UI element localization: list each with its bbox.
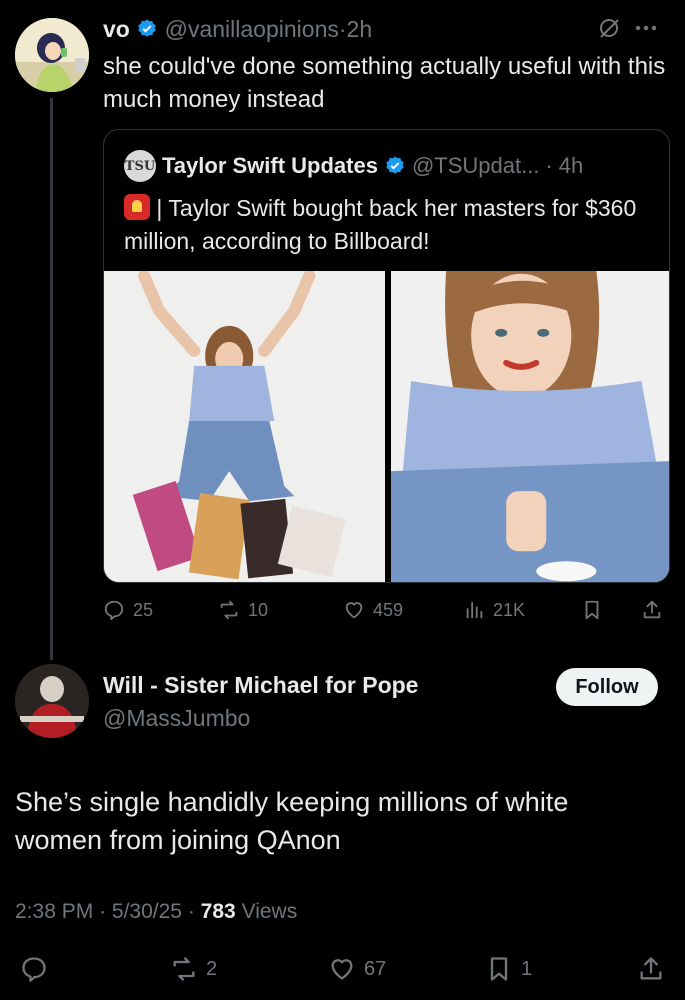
tweet2-author-name[interactable]: Will - Sister Michael for Pope [103,672,418,699]
quote-timestamp[interactable]: 4h [559,153,583,179]
avatar-vo[interactable] [15,18,89,92]
views-chart-icon [466,601,483,619]
repost-button[interactable]: 2 [170,955,217,983]
tweet2-metadata: 2:38 PM · 5/30/25 · 783 Views [15,900,297,924]
reply-count: 25 [133,599,154,620]
tweet2-views-count: 783 [200,900,236,923]
tweet1-text: she could've done something actually use… [103,53,666,113]
share-icon [640,957,662,980]
verified-badge-icon [386,156,404,174]
bookmark-icon [585,600,599,620]
tweet1-handle[interactable]: @vanillaopinions [165,16,339,42]
tweet1-action-bar: 25 10 459 21K [103,596,670,624]
media-photo-1[interactable] [104,271,385,582]
bookmark-button[interactable] [581,599,603,621]
tweet2-views-label: Views [241,900,298,923]
tweet1-top-actions [597,16,657,40]
tweet2-handle[interactable]: @MassJumbo [103,705,250,732]
heart-icon [345,602,363,619]
verified-badge-icon [138,19,156,37]
like-button[interactable]: 67 [328,955,386,983]
bookmark-button[interactable]: 1 [485,955,532,983]
share-icon [643,600,661,619]
thread-connector [50,98,53,660]
tweet2-action-bar: 2 67 1 [15,953,670,985]
quoted-tweet-text-block: | Taylor Swift bought back her masters f… [124,192,654,258]
share-button[interactable] [641,599,663,621]
tweet2-date[interactable]: 5/30/25 [112,900,182,923]
siren-emoji-icon [124,194,150,220]
quote-avatar-logo[interactable]: TSU [124,150,156,182]
photo-woman-sitting-closeup [390,271,669,582]
avatar-illustration [15,18,89,92]
reply-button[interactable]: 25 [103,599,153,621]
views-count: 21K [493,599,526,620]
quoted-tweet-card[interactable]: TSU Taylor Swift Updates @TSUpdat... · 4h … [103,129,670,583]
tweet1-header: vo @vanillaopinions·2h [103,16,372,43]
share-button[interactable] [637,955,665,983]
reply-icon [104,600,124,621]
quoted-tweet-header: TSU Taylor Swift Updates @TSUpdat... · 4h [124,150,583,182]
reply-button[interactable] [20,955,48,983]
grok-icon[interactable] [597,16,621,40]
quote-handle[interactable]: @TSUpdat... [412,153,540,179]
tweet2-text: She’s single handidly keeping millions o… [15,787,569,855]
media-photo-2[interactable] [390,271,669,582]
repost-icon [173,957,195,981]
like-count: 67 [364,957,387,980]
like-count: 459 [373,599,404,620]
follow-button[interactable]: Follow [556,668,658,706]
bookmark-icon [490,957,508,981]
repost-count: 2 [206,957,218,980]
photo-woman-arms-raised [104,271,385,582]
repost-icon [220,600,238,620]
bookmark-count: 1 [521,957,533,980]
reply-icon [22,957,46,982]
separator-dot: · [187,900,195,923]
views-button[interactable]: 21K [463,599,525,621]
avatar-will[interactable] [15,664,89,738]
repost-count: 10 [248,599,269,620]
tweet2-time[interactable]: 2:38 PM [15,900,93,923]
tweet1-author-name[interactable]: vo [103,16,130,42]
heart-icon [331,959,353,980]
separator-dot: · [99,900,107,923]
separator-dot: · [338,16,347,42]
quoted-tweet-text: | Taylor Swift bought back her masters f… [124,195,637,254]
quote-author-name[interactable]: Taylor Swift Updates [162,153,378,179]
repost-button[interactable]: 10 [218,599,268,621]
tweet1-timestamp[interactable]: 2h [347,16,373,42]
like-button[interactable]: 459 [343,599,403,621]
quoted-tweet-media [104,271,669,582]
more-options-icon[interactable] [635,23,657,33]
avatar-photo [15,664,89,738]
separator-dot: · [545,153,553,178]
